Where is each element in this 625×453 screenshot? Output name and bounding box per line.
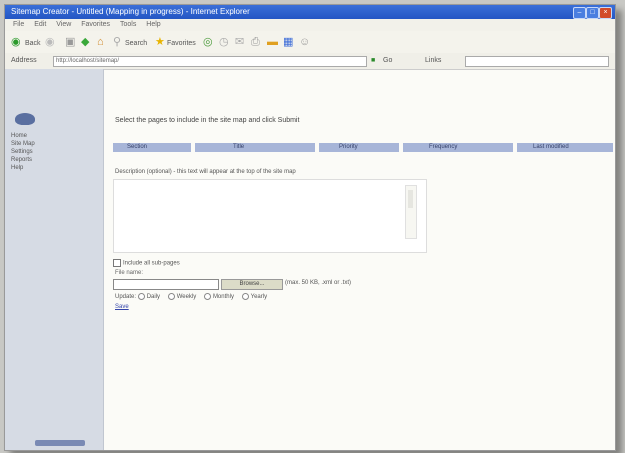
sidebar-item-help[interactable]: Help xyxy=(11,165,23,171)
discuss-icon[interactable]: ▦ xyxy=(283,35,293,49)
file-label: File name: xyxy=(115,270,144,276)
save-link[interactable]: Save xyxy=(115,304,129,310)
menu-tools[interactable]: Tools xyxy=(120,21,136,28)
window-title: Sitemap Creator - Untitled (Mapping in p… xyxy=(11,7,250,16)
file-hint: (max. 50 KB, .xml or .txt) xyxy=(285,280,352,286)
page-heading: Select the pages to include in the site … xyxy=(115,117,300,124)
history-icon[interactable]: ◷ xyxy=(219,35,229,49)
menu-view[interactable]: View xyxy=(56,21,71,28)
close-button[interactable]: × xyxy=(599,7,612,19)
search-label[interactable]: Search xyxy=(125,37,147,51)
column-header-title[interactable]: Title xyxy=(233,143,244,152)
back-label[interactable]: Back xyxy=(25,37,41,51)
column-header-section[interactable]: Section xyxy=(127,143,147,152)
description-label: Description (optional) - this text will … xyxy=(115,169,296,175)
address-input[interactable]: http://localhost/sitemap/ xyxy=(53,56,367,67)
sidebar-item-home[interactable]: Home xyxy=(11,133,27,139)
column-header-frequency[interactable]: Frequency xyxy=(429,143,457,152)
sidebar-item-settings[interactable]: Settings xyxy=(11,149,33,155)
option-yearly: Yearly xyxy=(250,294,268,301)
sidebar-item-site-map[interactable]: Site Map xyxy=(11,141,35,147)
address-bar: Address http://localhost/sitemap/ ■ Go L… xyxy=(5,53,615,70)
address-label: Address xyxy=(11,57,37,64)
column-header-bg xyxy=(195,143,315,152)
sidebar: Home Site Map Settings Reports Help xyxy=(5,69,104,450)
file-input[interactable] xyxy=(113,279,219,290)
column-header-last-modified[interactable]: Last modified xyxy=(533,143,569,152)
radio-weekly[interactable] xyxy=(167,293,175,300)
include-subpages-checkbox[interactable] xyxy=(113,259,121,267)
option-weekly: Weekly xyxy=(176,294,197,301)
home-icon[interactable]: ⌂ xyxy=(97,35,104,49)
sidebar-item-reports[interactable]: Reports xyxy=(11,157,32,163)
menu-help[interactable]: Help xyxy=(146,21,160,28)
radio-yearly[interactable] xyxy=(241,293,249,300)
update-options: Update: Daily Weekly Monthly Yearly xyxy=(115,293,273,300)
main-content: Select the pages to include in the site … xyxy=(103,69,615,450)
go-icon[interactable]: ■ xyxy=(371,53,375,69)
scrollbar-thumb[interactable] xyxy=(408,190,413,208)
option-daily: Daily xyxy=(146,294,161,301)
go-button[interactable]: Go xyxy=(383,53,392,69)
logo-icon xyxy=(15,113,35,125)
toolbar: ◉ Back ◉ ▣ ◆ ⌂ ⚲ Search ★ Favorites ◎ ◷ … xyxy=(5,31,615,54)
browser-window: Sitemap Creator - Untitled (Mapping in p… xyxy=(4,4,616,451)
mail-icon[interactable]: ✉ xyxy=(235,35,244,49)
messenger-icon[interactable]: ☺ xyxy=(299,35,310,49)
description-scrollbar[interactable] xyxy=(405,185,417,239)
option-monthly: Monthly xyxy=(212,294,234,301)
refresh-icon[interactable]: ◆ xyxy=(81,35,89,49)
radio-monthly[interactable] xyxy=(203,293,211,300)
sidebar-footer-badge xyxy=(35,440,85,446)
radio-daily[interactable] xyxy=(137,293,145,300)
search-box[interactable] xyxy=(465,56,609,67)
search-icon[interactable]: ⚲ xyxy=(113,35,121,49)
include-subpages-label: Include all sub-pages xyxy=(123,260,180,267)
column-header-bg xyxy=(319,143,399,152)
forward-icon[interactable]: ◉ xyxy=(45,35,55,49)
favorites-label[interactable]: Favorites xyxy=(167,37,196,51)
update-label: Update: xyxy=(115,294,137,301)
edit-icon[interactable]: ▬ xyxy=(267,35,278,49)
maximize-button[interactable]: □ xyxy=(586,7,599,19)
stop-icon[interactable]: ▣ xyxy=(65,35,75,49)
menu-file[interactable]: File xyxy=(13,21,24,28)
minimize-button[interactable]: – xyxy=(573,7,586,19)
column-header-priority[interactable]: Priority xyxy=(339,143,358,152)
favorites-icon[interactable]: ★ xyxy=(155,35,165,49)
browse-button[interactable]: Browse... xyxy=(221,279,283,290)
column-header-bg xyxy=(403,143,513,152)
menu-favorites[interactable]: Favorites xyxy=(81,21,110,28)
menu-edit[interactable]: Edit xyxy=(34,21,46,28)
column-header-bg xyxy=(113,143,191,152)
media-icon[interactable]: ◎ xyxy=(203,35,213,49)
include-subpages-row: Include all sub-pages xyxy=(113,259,180,267)
title-bar: Sitemap Creator - Untitled (Mapping in p… xyxy=(5,5,615,19)
description-textarea[interactable] xyxy=(113,179,427,253)
links-label[interactable]: Links xyxy=(425,53,441,69)
print-icon[interactable]: ⎙ xyxy=(251,35,260,49)
back-icon[interactable]: ◉ xyxy=(11,35,21,49)
